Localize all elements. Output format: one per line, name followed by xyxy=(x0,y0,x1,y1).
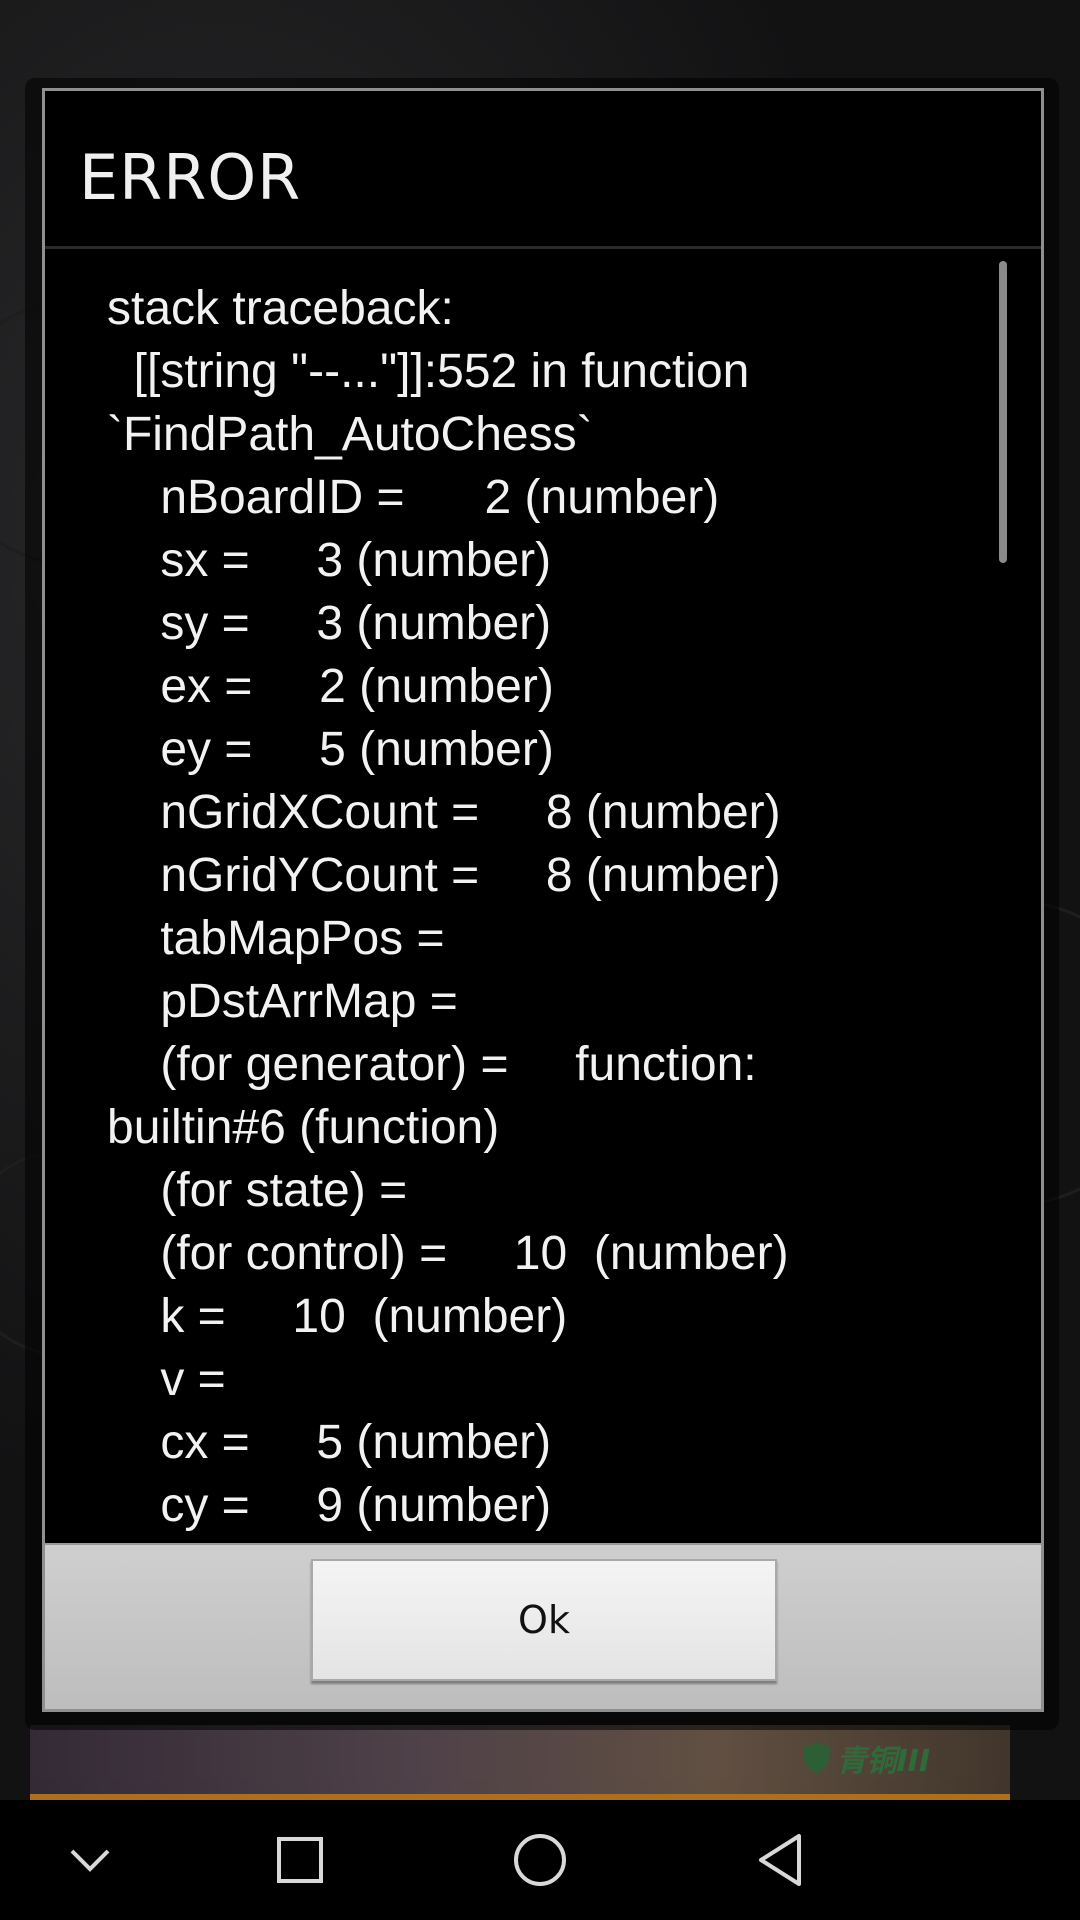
traceback-line: nGridXCount = 8 (number) xyxy=(107,786,781,839)
square-recents-icon xyxy=(277,1837,323,1883)
nav-recents-button[interactable] xyxy=(220,1800,380,1920)
screen: 青铜III ERROR stack traceback: [[string "-… xyxy=(0,0,1080,1920)
traceback-line: sx = 3 (number) xyxy=(107,534,552,587)
traceback-line: nGridYCount = 8 (number) xyxy=(107,849,781,902)
traceback-text: stack traceback: [[string "--..."]]:552 … xyxy=(107,277,977,1537)
traceback-line: ex = 2 (number) xyxy=(107,660,554,713)
traceback-line: `FindPath_AutoChess` xyxy=(107,408,593,461)
error-dialog: ERROR stack traceback: [[string "--..."]… xyxy=(42,88,1044,1712)
nav-hide-button[interactable] xyxy=(10,1800,170,1920)
traceback-line: (for generator) = function: xyxy=(107,1038,757,1091)
shield-icon xyxy=(802,1742,831,1774)
traceback-line: k = 10 (number) xyxy=(107,1290,568,1343)
traceback-line: pDstArrMap = xyxy=(107,975,458,1028)
circle-home-icon xyxy=(514,1834,566,1886)
traceback-line: cy = 9 (number) xyxy=(107,1479,552,1532)
traceback-line: (for control) = 10 (number) xyxy=(107,1227,789,1280)
ok-button[interactable]: Ok xyxy=(311,1559,777,1681)
traceback-line: v = xyxy=(107,1353,226,1406)
traceback-line: stack traceback: xyxy=(107,282,454,335)
traceback-line: sy = 3 (number) xyxy=(107,597,552,650)
traceback-line: (for state) = xyxy=(107,1164,408,1217)
triangle-back-icon xyxy=(759,1834,801,1886)
scrollbar[interactable] xyxy=(999,261,1007,563)
dialog-title: ERROR xyxy=(79,141,302,214)
nav-back-button[interactable] xyxy=(700,1800,860,1920)
traceback-line: tabMapPos = xyxy=(107,912,445,965)
traceback-line: [[string "--..."]]:552 in function xyxy=(107,345,750,398)
traceback-line: nBoardID = 2 (number) xyxy=(107,471,720,524)
chevron-down-icon xyxy=(70,1849,110,1872)
traceback-line: builtin#6 (function) xyxy=(107,1101,500,1154)
traceback-line: ey = 5 (number) xyxy=(107,723,554,776)
dialog-button-bar: Ok xyxy=(45,1543,1041,1709)
navigation-bar xyxy=(0,1800,1080,1920)
nav-home-button[interactable] xyxy=(460,1800,620,1920)
rank-badge: 青铜III xyxy=(802,1736,931,1780)
rank-label: 青铜III xyxy=(836,1744,931,1779)
traceback-scroll-area[interactable]: stack traceback: [[string "--..."]]:552 … xyxy=(45,249,1041,1599)
traceback-line: cx = 5 (number) xyxy=(107,1416,552,1469)
